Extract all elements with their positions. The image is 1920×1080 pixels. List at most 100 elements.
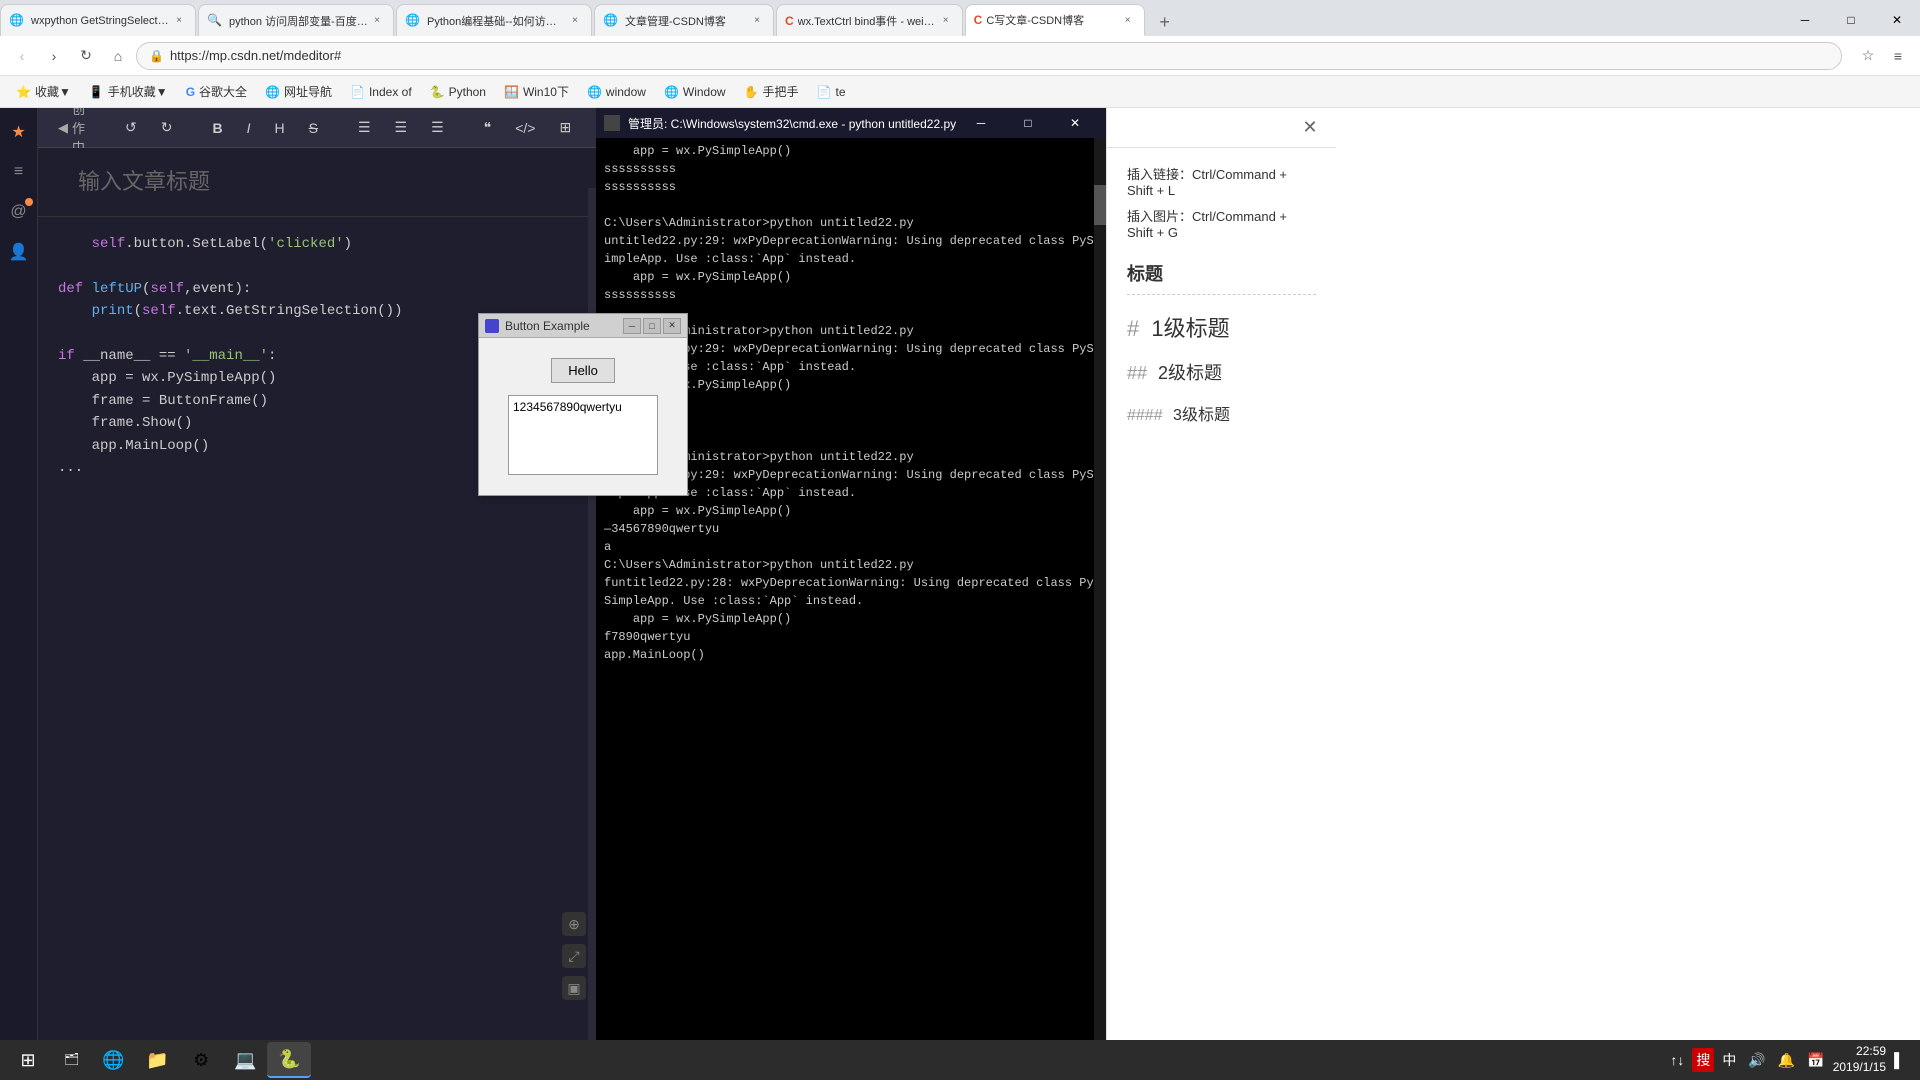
g-icon: G bbox=[186, 85, 195, 99]
ol-button[interactable]: ☰ bbox=[387, 115, 416, 140]
bookmark-star[interactable]: ☆ bbox=[1854, 42, 1882, 70]
bookmark-label: 谷歌大全 bbox=[199, 83, 247, 100]
csdn-editor: ◀ ◀ 创作中心 ↺ ↻ B I H S ☰ ☰ ☰ ❝ </> ⊞ 🔗 bbox=[38, 108, 596, 1080]
cmd-line-2: ssssssssss bbox=[604, 160, 1098, 178]
bookmark-collections[interactable]: ⭐ 收藏▼ bbox=[8, 80, 79, 103]
python-icon: 🐍 bbox=[430, 85, 445, 99]
address-bar: ‹ › ↻ ⌂ 🔒 https://mp.csdn.net/mdeditor# … bbox=[0, 36, 1920, 76]
bookmark-window2[interactable]: 🌐 Window bbox=[656, 82, 734, 102]
taskbar: ⊞ 🗂 🌐 📁 ⚙ 💻 🐍 ↑↓ 搜 中 🔊 🔔 📅 22:59 bbox=[0, 1040, 1920, 1080]
cmd-window: 管理员: C:\Windows\system32\cmd.exe - pytho… bbox=[596, 108, 1106, 1080]
tab-5[interactable]: C wx.TextCtrl bind事件 - weixin_... × bbox=[776, 4, 963, 36]
settings-button[interactable]: ≡ bbox=[1884, 42, 1912, 70]
heading-button[interactable]: H bbox=[267, 116, 293, 140]
bookmark-mobile[interactable]: 📱 手机收藏▼ bbox=[81, 80, 176, 103]
fullscreen-icon[interactable]: ⤢ bbox=[562, 944, 586, 968]
tray-ime[interactable]: 中 bbox=[1718, 1046, 1740, 1074]
title-area bbox=[38, 148, 596, 217]
bookmark-window1[interactable]: 🌐 window bbox=[579, 82, 654, 102]
cmd-minimize-button[interactable]: ─ bbox=[958, 109, 1004, 137]
sidebar-icon-articles[interactable]: ≡ bbox=[3, 156, 35, 188]
tray-action-center[interactable]: 📅 bbox=[1803, 1048, 1828, 1073]
indent-button[interactable]: ☰ bbox=[423, 115, 452, 140]
section-heading: 标题 bbox=[1127, 260, 1316, 286]
tab-2[interactable]: 🔍 python 访问周部变量-百度搜索 × bbox=[198, 4, 394, 36]
shortcut-image-text: 插入图片：Ctrl/Command + Shift + G bbox=[1127, 209, 1287, 240]
start-button[interactable]: ⊞ bbox=[4, 1040, 52, 1080]
settings-icon: ⚙ bbox=[193, 1050, 209, 1071]
cmd-line-16: —34567890qwertyu bbox=[604, 520, 1098, 538]
bookmark-index[interactable]: 📄 Index of bbox=[342, 82, 420, 102]
maximize-button[interactable]: □ bbox=[1828, 4, 1874, 36]
bookmark-label: window bbox=[606, 85, 646, 99]
back-button[interactable]: ‹ bbox=[8, 42, 36, 70]
tab-3[interactable]: 🌐 Python编程基础--如何访问局... × bbox=[396, 4, 592, 36]
tab-1[interactable]: 🌐 wxpython GetStringSelection() × bbox=[0, 4, 196, 36]
cmd-close-button[interactable]: ✕ bbox=[1052, 109, 1098, 137]
quote-button[interactable]: ❝ bbox=[476, 115, 500, 140]
preview-icon[interactable]: ▣ bbox=[562, 976, 586, 1000]
taskbar-explorer[interactable]: 📁 bbox=[135, 1042, 179, 1078]
be-minimize-button[interactable]: ─ bbox=[623, 318, 641, 334]
bookmark-nav[interactable]: 🌐 网址导航 bbox=[257, 80, 340, 103]
tray-volume[interactable]: 🔊 bbox=[1744, 1048, 1769, 1073]
tab-close-6[interactable]: × bbox=[1120, 12, 1136, 28]
article-title-input[interactable] bbox=[58, 158, 576, 206]
minimize-button[interactable]: ─ bbox=[1782, 4, 1828, 36]
close-window-button[interactable]: ✕ bbox=[1874, 4, 1920, 36]
new-tab-button[interactable]: + bbox=[1151, 8, 1179, 36]
taskbar-edge[interactable]: 🌐 bbox=[91, 1042, 135, 1078]
bookmark-label: Window bbox=[683, 85, 726, 99]
scroll-icons: ⊕ ⤢ ▣ bbox=[562, 912, 586, 1000]
preview-close-button[interactable]: ✕ bbox=[1296, 114, 1324, 142]
tray-input[interactable]: 搜 bbox=[1692, 1048, 1714, 1072]
task-view-button[interactable]: 🗂 bbox=[52, 1040, 91, 1080]
cmd-scrollbar-thumb[interactable] bbox=[1094, 185, 1106, 225]
ul-button[interactable]: ☰ bbox=[350, 115, 379, 140]
tab-favicon-5: C bbox=[785, 14, 794, 28]
cmd-maximize-button[interactable]: □ bbox=[1005, 109, 1051, 137]
home-button[interactable]: ⌂ bbox=[104, 42, 132, 70]
tab-6[interactable]: C C写文章-CSDN博客 × bbox=[965, 4, 1145, 36]
sidebar-icon-user[interactable]: 👤 bbox=[3, 236, 35, 268]
taskbar-python[interactable]: 🐍 bbox=[267, 1042, 311, 1078]
bookmark-google[interactable]: G 谷歌大全 bbox=[178, 80, 255, 103]
show-desktop[interactable]: ▌ bbox=[1890, 1048, 1908, 1072]
system-clock[interactable]: 22:59 2019/1/15 bbox=[1833, 1044, 1886, 1075]
bookmark-te[interactable]: 📄 te bbox=[809, 82, 854, 102]
hello-button[interactable]: Hello bbox=[551, 358, 615, 383]
forward-button[interactable]: › bbox=[40, 42, 68, 70]
center-view-icon[interactable]: ⊕ bbox=[562, 912, 586, 936]
tab-close-3[interactable]: × bbox=[567, 13, 583, 29]
tab-4[interactable]: 🌐 文章管理-CSDN博客 × bbox=[594, 4, 774, 36]
tab-close-5[interactable]: × bbox=[938, 13, 954, 29]
md-heading3: #### 3级标题 bbox=[1127, 401, 1316, 425]
be-maximize-button[interactable]: □ bbox=[643, 318, 661, 334]
code-line-2: def leftUP(self,event): bbox=[58, 278, 576, 300]
code-button[interactable]: </> bbox=[507, 116, 543, 140]
be-close-button[interactable]: ✕ bbox=[663, 318, 681, 334]
tray-battery[interactable]: 🔔 bbox=[1774, 1048, 1799, 1073]
italic-button[interactable]: I bbox=[239, 116, 259, 140]
bookmark-win10[interactable]: 🪟 Win10下 bbox=[496, 80, 577, 103]
bookmark-python[interactable]: 🐍 Python bbox=[422, 82, 494, 102]
taskbar-settings[interactable]: ⚙ bbox=[179, 1042, 223, 1078]
bookmark-hand[interactable]: ✋ 手把手 bbox=[736, 80, 807, 103]
redo-button[interactable]: ↻ bbox=[153, 115, 181, 140]
tab-close-1[interactable]: × bbox=[171, 13, 187, 29]
be-textbox[interactable]: 1234567890qwertyu bbox=[508, 395, 658, 475]
url-input[interactable]: 🔒 https://mp.csdn.net/mdeditor# bbox=[136, 42, 1842, 70]
cmd-title-bar: 管理员: C:\Windows\system32\cmd.exe - pytho… bbox=[596, 108, 1106, 138]
sidebar-icon-star[interactable]: ★ bbox=[3, 116, 35, 148]
preview-toolbar: ✕ bbox=[1107, 108, 1336, 148]
tab-close-4[interactable]: × bbox=[749, 13, 765, 29]
tab-close-2[interactable]: × bbox=[369, 13, 385, 29]
tab-favicon-1: 🌐 bbox=[9, 13, 25, 29]
table-button[interactable]: ⊞ bbox=[551, 115, 579, 140]
undo-button[interactable]: ↺ bbox=[117, 115, 145, 140]
strikethrough-button[interactable]: S bbox=[301, 116, 326, 140]
bold-button[interactable]: B bbox=[204, 116, 230, 140]
refresh-button[interactable]: ↻ bbox=[72, 42, 100, 70]
tray-network[interactable]: ↑↓ bbox=[1666, 1048, 1688, 1072]
taskbar-cmd[interactable]: 💻 bbox=[223, 1042, 267, 1078]
